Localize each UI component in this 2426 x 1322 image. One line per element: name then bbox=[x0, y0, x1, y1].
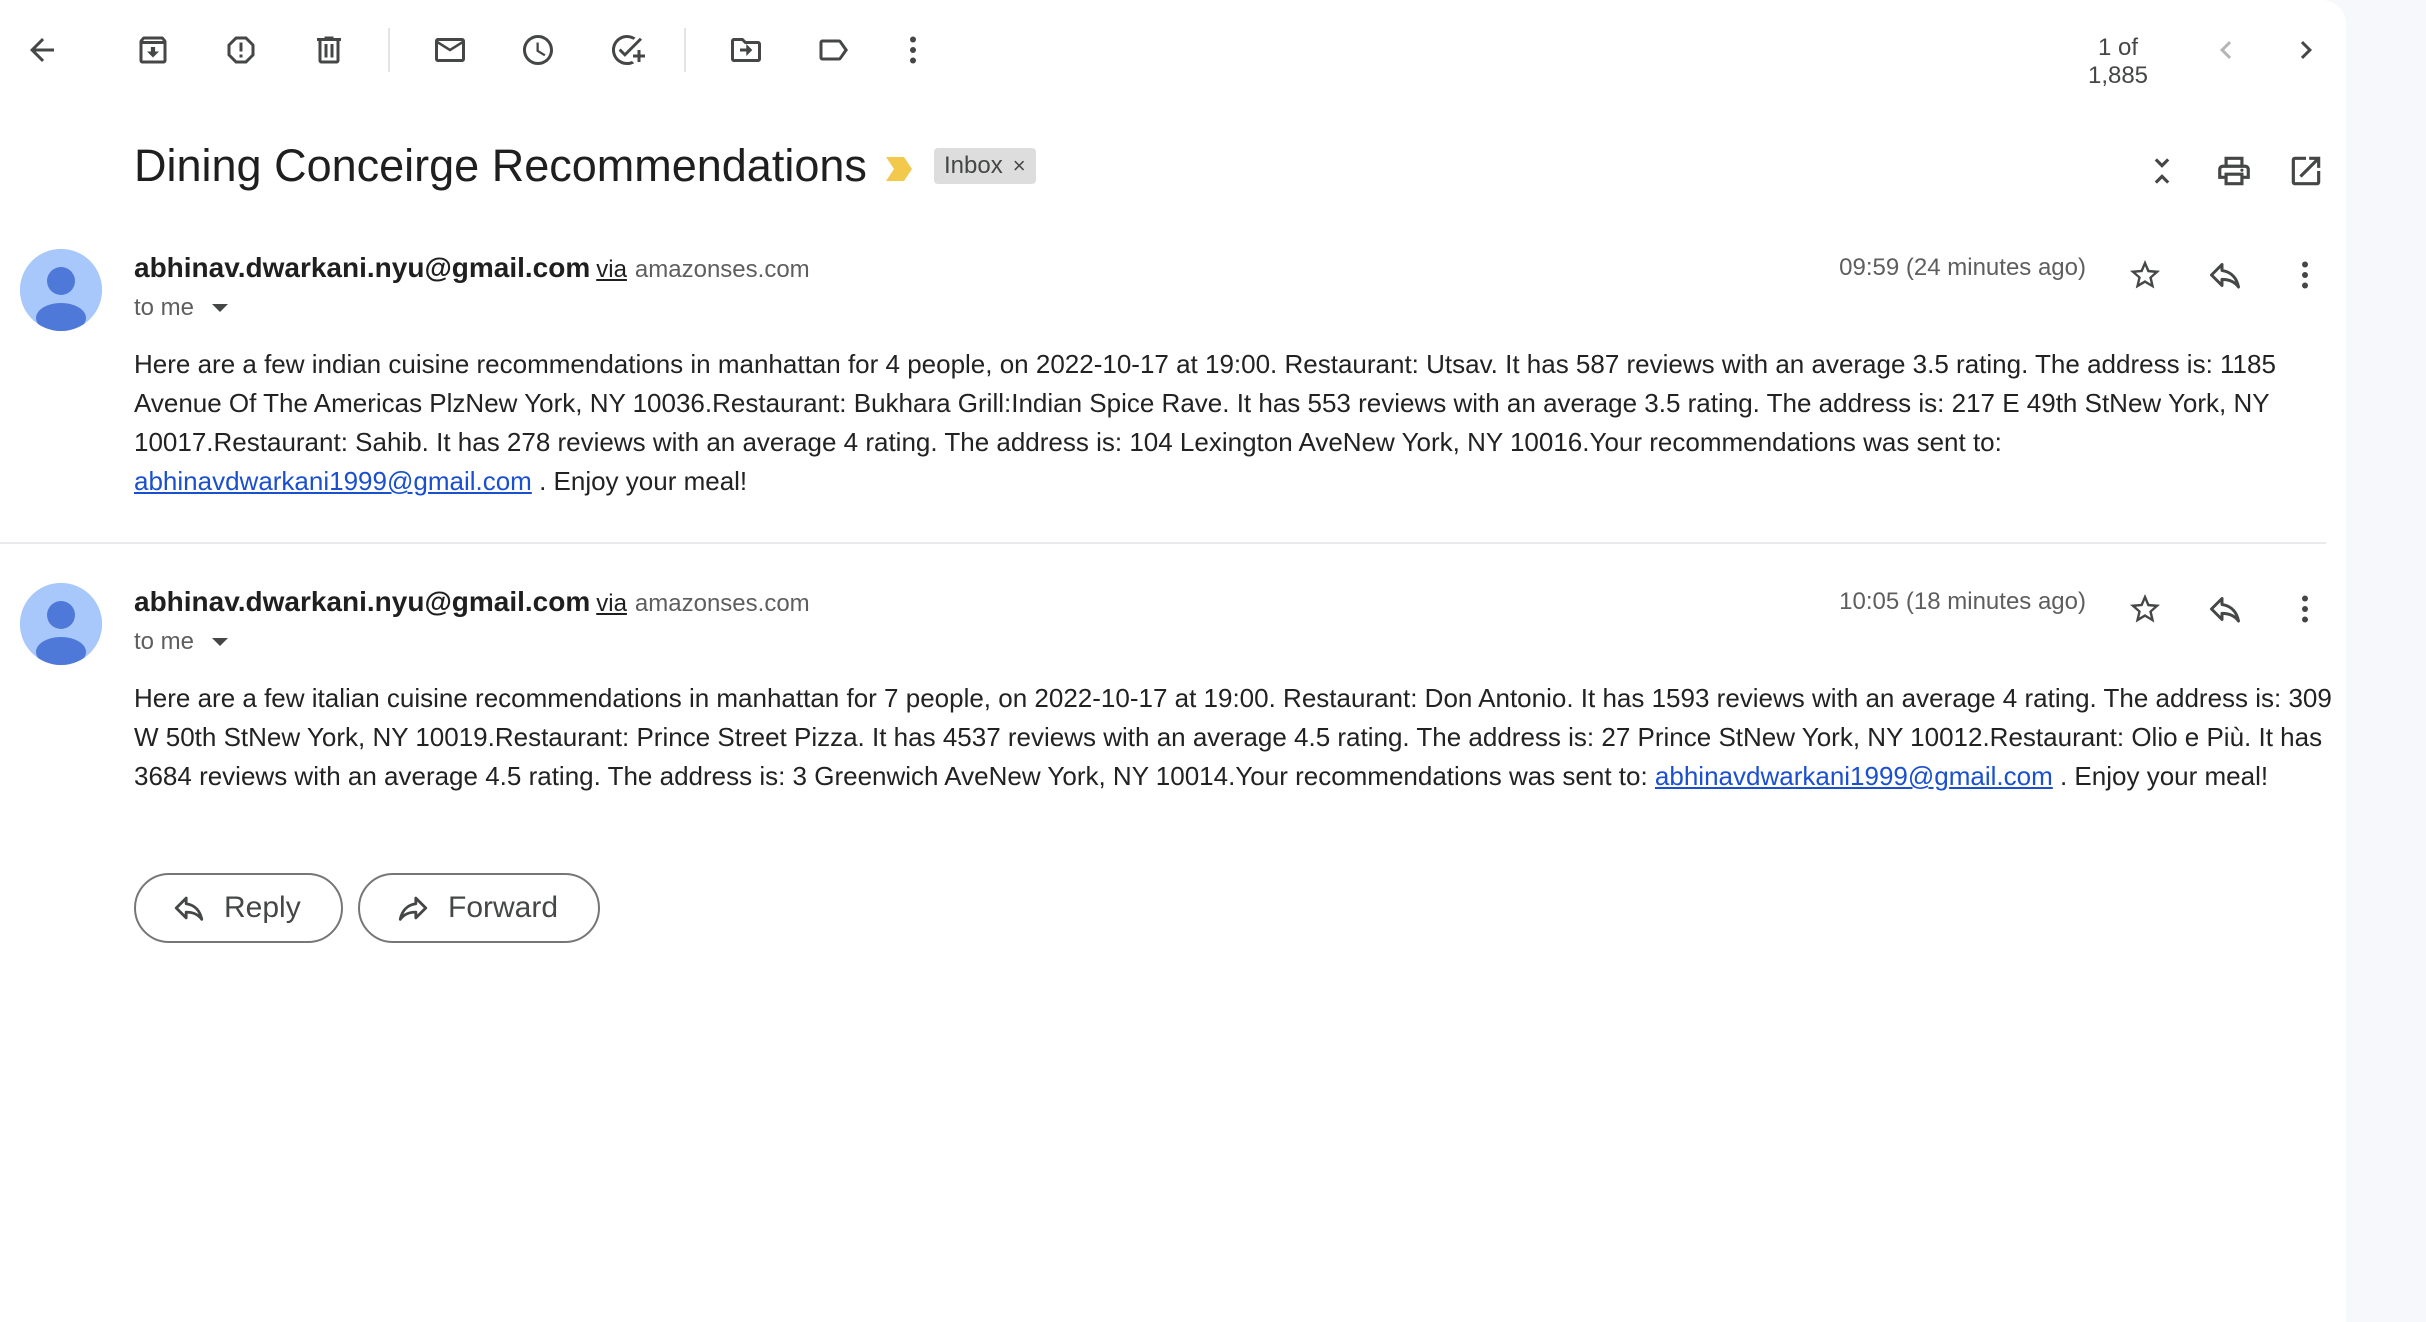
star-icon bbox=[2130, 594, 2160, 623]
add-to-tasks-button[interactable] bbox=[597, 20, 657, 80]
toolbar-divider bbox=[388, 28, 390, 72]
sender-email[interactable]: abhinav.dwarkani.nyu@gmail.com bbox=[134, 586, 590, 617]
remove-label-button[interactable]: × bbox=[1013, 153, 1026, 179]
clock-icon bbox=[523, 35, 553, 65]
reply-button[interactable] bbox=[2198, 582, 2252, 636]
older-button[interactable] bbox=[2276, 20, 2336, 80]
delete-icon bbox=[317, 36, 341, 64]
report-spam-icon bbox=[227, 36, 255, 64]
recipient-text: to me bbox=[134, 628, 195, 655]
open-new-window-button[interactable] bbox=[2281, 146, 2331, 196]
default-avatar-icon bbox=[20, 583, 102, 665]
sender-line: abhinav.dwarkani.nyu@gmail.com via amazons… bbox=[134, 586, 810, 618]
message-body: Here are a few indian cuisine recommenda… bbox=[134, 345, 2334, 501]
toolbar: 1 of 1,885 bbox=[0, 0, 2346, 100]
caret-down-icon bbox=[212, 638, 229, 646]
back-button[interactable] bbox=[12, 20, 72, 80]
importance-marker-icon[interactable] bbox=[884, 155, 914, 183]
more-vert-icon bbox=[2302, 261, 2308, 289]
label-chip-inbox: Inbox × bbox=[934, 148, 1036, 184]
print-all-button[interactable] bbox=[2209, 146, 2259, 196]
message-time: 09:59 (24 minutes ago) bbox=[1839, 254, 2086, 281]
forward-label: Forward bbox=[448, 891, 559, 924]
recipient-details-toggle[interactable]: to me bbox=[134, 628, 229, 656]
via-link[interactable]: via bbox=[596, 590, 627, 617]
avatar bbox=[20, 583, 102, 665]
chevron-left-icon bbox=[2220, 41, 2232, 59]
recipient-email-link[interactable]: abhinavdwarkani1999@gmail.com bbox=[1655, 761, 2053, 791]
reply-all-bottom-button[interactable]: Reply bbox=[134, 873, 343, 943]
print-icon bbox=[2218, 156, 2250, 186]
sender-domain: amazonses.com bbox=[634, 590, 810, 617]
message-more-button[interactable] bbox=[2278, 582, 2332, 636]
message-body: Here are a few italian cuisine recommend… bbox=[134, 679, 2334, 796]
reply-icon bbox=[2210, 597, 2240, 623]
star-button[interactable] bbox=[2118, 582, 2172, 636]
default-avatar-icon bbox=[20, 249, 102, 331]
thread-subject: Dining Conceirge Recommendations bbox=[134, 140, 867, 191]
recipient-text: to me bbox=[134, 294, 195, 321]
message-item: abhinav.dwarkani.nyu@gmail.com via amazons… bbox=[0, 582, 2346, 802]
label-button[interactable] bbox=[803, 20, 863, 80]
unfold-less-icon bbox=[2154, 158, 2170, 184]
reply-icon bbox=[2210, 263, 2240, 289]
forward-bottom-button[interactable]: Forward bbox=[358, 873, 601, 943]
toolbar-divider bbox=[684, 28, 686, 72]
star-button[interactable] bbox=[2118, 248, 2172, 302]
avatar bbox=[20, 249, 102, 331]
collapse-all-button[interactable] bbox=[2137, 146, 2187, 196]
archive-icon bbox=[139, 36, 167, 64]
label-chip-text: Inbox bbox=[944, 152, 1003, 179]
open-in-new-icon bbox=[2291, 156, 2321, 186]
caret-down-icon bbox=[212, 304, 229, 312]
message-divider bbox=[0, 542, 2326, 544]
message-view-panel: 1 of 1,885 Dining Conceirge Recommendati… bbox=[0, 0, 2346, 1322]
message-body-text: Here are a few indian cuisine recommenda… bbox=[134, 349, 2276, 457]
reply-icon bbox=[174, 896, 204, 921]
sender-email[interactable]: abhinav.dwarkani.nyu@gmail.com bbox=[134, 252, 590, 283]
subject-row: Dining Conceirge Recommendations Inbox × bbox=[0, 120, 2346, 210]
reply-label: Reply bbox=[224, 891, 301, 924]
message-more-button[interactable] bbox=[2278, 248, 2332, 302]
forward-icon bbox=[398, 896, 428, 921]
more-options-button[interactable] bbox=[883, 20, 943, 80]
recipient-details-toggle[interactable]: to me bbox=[134, 294, 229, 322]
archive-button[interactable] bbox=[123, 20, 183, 80]
star-icon bbox=[2130, 260, 2160, 289]
message-item: abhinav.dwarkani.nyu@gmail.com via amazons… bbox=[0, 248, 2346, 498]
recipient-email-link[interactable]: abhinavdwarkani1999@gmail.com bbox=[134, 466, 532, 496]
newer-button[interactable] bbox=[2196, 20, 2256, 80]
sender-line: abhinav.dwarkani.nyu@gmail.com via amazons… bbox=[134, 252, 810, 284]
mark-unread-button[interactable] bbox=[420, 20, 480, 80]
via-link[interactable]: via bbox=[596, 256, 627, 283]
report-spam-button[interactable] bbox=[211, 20, 271, 80]
move-to-button[interactable] bbox=[716, 20, 776, 80]
reply-button[interactable] bbox=[2198, 248, 2252, 302]
snooze-button[interactable] bbox=[508, 20, 568, 80]
delete-button[interactable] bbox=[299, 20, 359, 80]
sender-domain: amazonses.com bbox=[634, 256, 810, 283]
mark-unread-icon bbox=[435, 38, 465, 62]
arrow-left-icon bbox=[30, 38, 54, 62]
chevron-right-icon bbox=[2300, 41, 2312, 59]
more-vert-icon bbox=[910, 36, 916, 64]
message-closing: . Enjoy your meal! bbox=[531, 466, 748, 496]
add-task-icon bbox=[612, 35, 645, 65]
message-closing: . Enjoy your meal! bbox=[2052, 761, 2269, 791]
pager-count: 1 of 1,885 bbox=[2087, 34, 2149, 89]
message-time: 10:05 (18 minutes ago) bbox=[1839, 588, 2086, 615]
label-icon bbox=[819, 39, 848, 61]
move-to-folder-icon bbox=[731, 38, 761, 62]
more-vert-icon bbox=[2302, 595, 2308, 623]
